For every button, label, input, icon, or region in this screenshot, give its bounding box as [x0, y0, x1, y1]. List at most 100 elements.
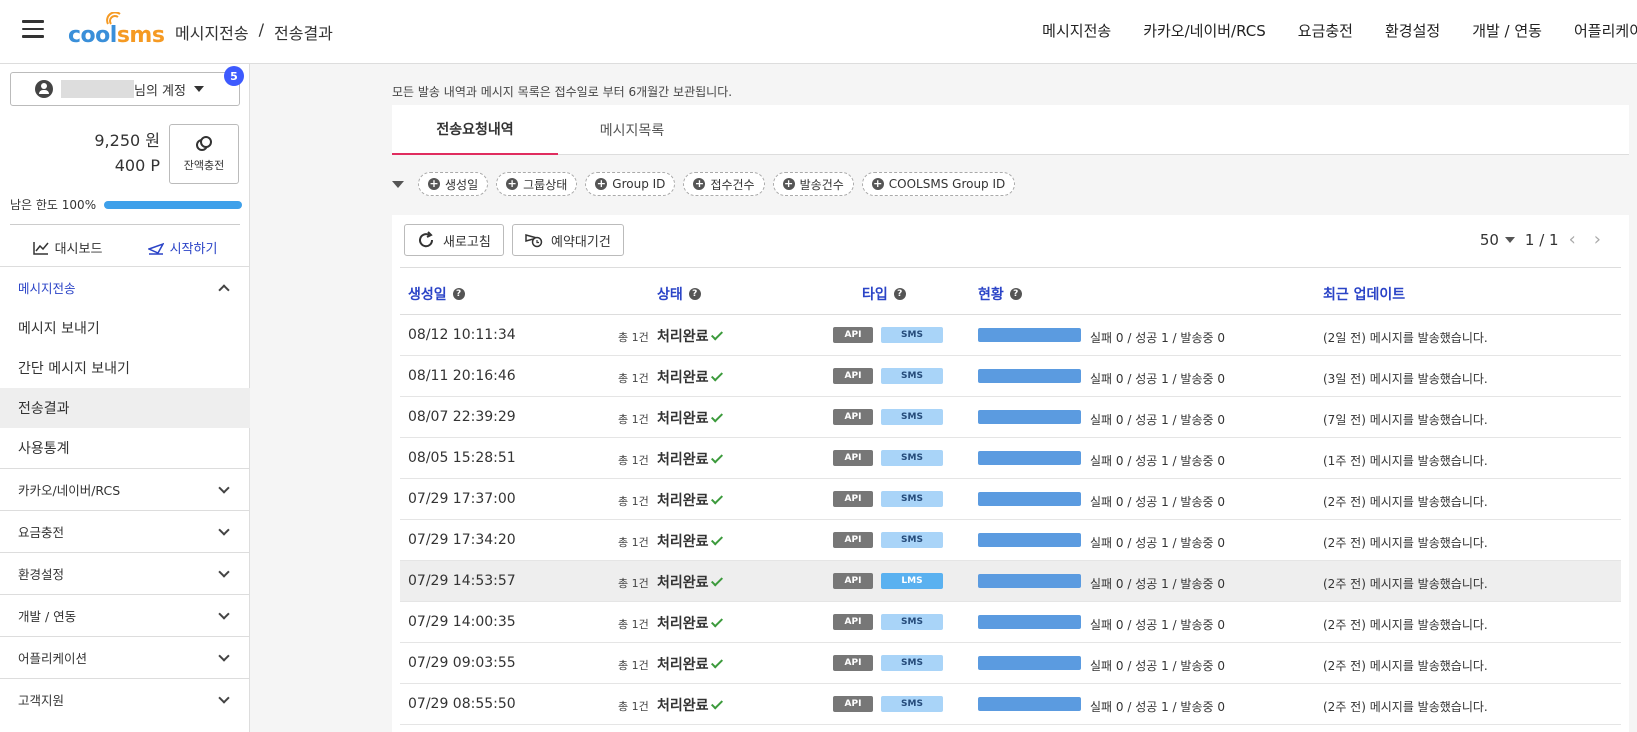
filter-chip-sent[interactable]: + 발송건수: [772, 172, 854, 196]
table-row[interactable]: 07/29 08:55:50 총 1건 처리완료 API SMS 실패 0 / 성공 1 …: [400, 684, 1621, 725]
progress-bar: [978, 492, 1081, 506]
row-last-update: (2주 전) 메시지를 발송했습니다.: [1323, 495, 1488, 509]
sidebar-section-message-send[interactable]: 메시지전송: [0, 266, 250, 308]
col-label: 타입: [862, 287, 888, 303]
col-last-update[interactable]: 최근 업데이트: [1323, 284, 1405, 304]
table-row[interactable]: 07/29 09:03:55 총 1건 처리완료 API SMS 실패 0 / 성공 1 …: [400, 643, 1621, 684]
sidebar-item-send-message[interactable]: 메시지 보내기: [0, 308, 250, 348]
nav-settings[interactable]: 환경설정: [1385, 20, 1440, 41]
table-row[interactable]: 07/29 14:00:35 총 1건 처리완료 API SMS 실패 0 / 성공 1 …: [400, 602, 1621, 643]
check-icon: [710, 369, 723, 382]
page-size-select[interactable]: 50: [1480, 231, 1515, 249]
table-row[interactable]: 07/29 17:34:20 총 1건 처리완료 API SMS 실패 0 / 성공 1 …: [400, 520, 1621, 561]
notification-badge[interactable]: 5: [224, 66, 244, 86]
breadcrumb-send-result: 전송결과: [274, 24, 333, 43]
dashboard-link[interactable]: 대시보드: [32, 238, 103, 257]
page-size-value: 50: [1479, 230, 1499, 249]
prev-page-icon[interactable]: ‹: [1569, 229, 1576, 250]
section-label: 환경설정: [18, 567, 65, 582]
row-stats: 실패 0 / 성공 1 / 발송중 0: [1090, 700, 1225, 714]
sidebar-item-send-result[interactable]: 전송결과: [0, 388, 250, 428]
help-icon[interactable]: ?: [1009, 288, 1022, 300]
help-icon[interactable]: ?: [452, 288, 465, 300]
filter-chip-group-id[interactable]: + Group ID: [585, 172, 676, 196]
nav-message-send[interactable]: 메시지전송: [1042, 20, 1111, 41]
coolsms-logo[interactable]: cool sms: [68, 12, 165, 48]
progress-bar: [978, 574, 1081, 588]
sidebar-item-usage-stats[interactable]: 사용통계: [0, 428, 250, 468]
chip-label: 접수건수: [710, 177, 755, 192]
plus-icon: +: [693, 177, 706, 190]
col-created[interactable]: 생성일?: [408, 284, 465, 304]
sidebar-section-support[interactable]: 고객지원: [0, 678, 250, 720]
col-status[interactable]: 상태?: [657, 284, 701, 304]
table-row[interactable]: 07/29 17:37:00 총 1건 처리완료 API SMS 실패 0 / 성공 1 …: [400, 479, 1621, 520]
row-status: 처리완료: [657, 408, 723, 428]
coins-icon: [196, 136, 212, 151]
breadcrumb-message-send[interactable]: 메시지전송: [175, 20, 249, 44]
row-count: 총 1건: [618, 659, 649, 672]
start-link[interactable]: 시작하기: [147, 238, 217, 257]
row-status: 처리완료: [657, 572, 723, 592]
table-row[interactable]: 07/29 14:53:57 총 1건 처리완료 API LMS 실패 0 / 성공 1 …: [400, 561, 1621, 602]
row-status: 처리완료: [657, 613, 723, 633]
chevron-up-icon: [218, 283, 230, 296]
top-nav: 메시지전송 카카오/네이버/RCS 요금충전 환경설정 개발 / 연동 어플리케…: [1010, 20, 1637, 41]
help-icon[interactable]: ?: [688, 288, 701, 300]
status-label: 처리완료: [657, 493, 709, 509]
filter-chip-received[interactable]: + 접수건수: [683, 172, 765, 196]
sidebar-section-charge[interactable]: 요금충전: [0, 510, 250, 552]
col-type[interactable]: 타입?: [862, 284, 906, 304]
row-status: 처리완료: [657, 490, 723, 510]
api-badge: API: [833, 614, 873, 630]
row-status: 처리완료: [657, 654, 723, 674]
sidebar-item-simple-send[interactable]: 간단 메시지 보내기: [0, 348, 250, 388]
nav-kakao-naver-rcs[interactable]: 카카오/네이버/RCS: [1143, 20, 1266, 41]
next-page-icon[interactable]: ›: [1594, 229, 1601, 250]
table-row[interactable]: 08/12 10:11:34 총 1건 처리완료 API SMS 실패 0 / 성공 1 …: [400, 315, 1621, 356]
row-last-update: (2주 전) 메시지를 발송했습니다.: [1323, 659, 1488, 673]
table-row[interactable]: 08/11 20:16:46 총 1건 처리완료 API SMS 실패 0 / 성공 1 …: [400, 356, 1621, 397]
check-icon: [710, 451, 723, 464]
sidebar-section-settings[interactable]: 환경설정: [0, 552, 250, 594]
section-label: 카카오/네이버/RCS: [18, 483, 121, 498]
help-icon[interactable]: ?: [893, 288, 906, 300]
status-label: 처리완료: [657, 575, 709, 591]
table-header: 생성일? 상태? 타입? 현황? 최근 업데이트: [400, 267, 1621, 315]
filter-chip-coolsms-group-id[interactable]: + COOLSMS Group ID: [861, 172, 1016, 196]
refresh-button[interactable]: 새로고침: [404, 224, 504, 256]
table-row[interactable]: 08/05 15:28:51 총 1건 처리완료 API SMS 실패 0 / 성공 1 …: [400, 438, 1621, 479]
row-status: 처리완료: [657, 367, 723, 387]
col-progress[interactable]: 현황?: [978, 284, 1022, 304]
nav-charge[interactable]: 요금충전: [1298, 20, 1353, 41]
row-count: 총 1건: [618, 536, 649, 549]
filter-icon: [392, 180, 404, 188]
api-badge: API: [833, 655, 873, 671]
tab-message-list[interactable]: 메시지목록: [558, 105, 706, 155]
sidebar-section-apps[interactable]: 어플리케이션: [0, 636, 250, 678]
chip-label: 생성일: [445, 177, 479, 192]
sidebar-section-dev[interactable]: 개발 / 연동: [0, 594, 250, 636]
chart-line-icon: [32, 241, 49, 255]
account-dropdown[interactable]: 님의 계정: [10, 72, 240, 106]
reserved-button[interactable]: 예약대기건: [512, 224, 624, 256]
row-count: 총 1건: [618, 413, 649, 426]
row-status: 처리완료: [657, 449, 723, 469]
tab-send-requests[interactable]: 전송요청내역: [392, 105, 558, 155]
breadcrumb-separator: /: [258, 20, 264, 39]
menu-icon[interactable]: [22, 20, 44, 38]
status-label: 처리완료: [657, 452, 709, 468]
nav-apps[interactable]: 어플리케이: [1574, 20, 1637, 41]
type-badge: SMS: [881, 614, 943, 630]
progress-bar: [978, 533, 1081, 547]
charge-button[interactable]: 잔액충전: [169, 124, 239, 184]
section-label: 어플리케이션: [18, 651, 88, 666]
type-badge: SMS: [881, 532, 943, 548]
table-row[interactable]: 08/07 22:39:29 총 1건 처리완료 API SMS 실패 0 / 성공 1 …: [400, 397, 1621, 438]
dashboard-label: 대시보드: [54, 242, 103, 257]
filter-chip-created[interactable]: + 생성일: [418, 172, 489, 196]
nav-dev[interactable]: 개발 / 연동: [1472, 20, 1542, 41]
filter-chip-group-status[interactable]: + 그룹상태: [496, 172, 578, 196]
check-icon: [710, 533, 723, 546]
sidebar-section-kakao[interactable]: 카카오/네이버/RCS: [0, 468, 250, 510]
